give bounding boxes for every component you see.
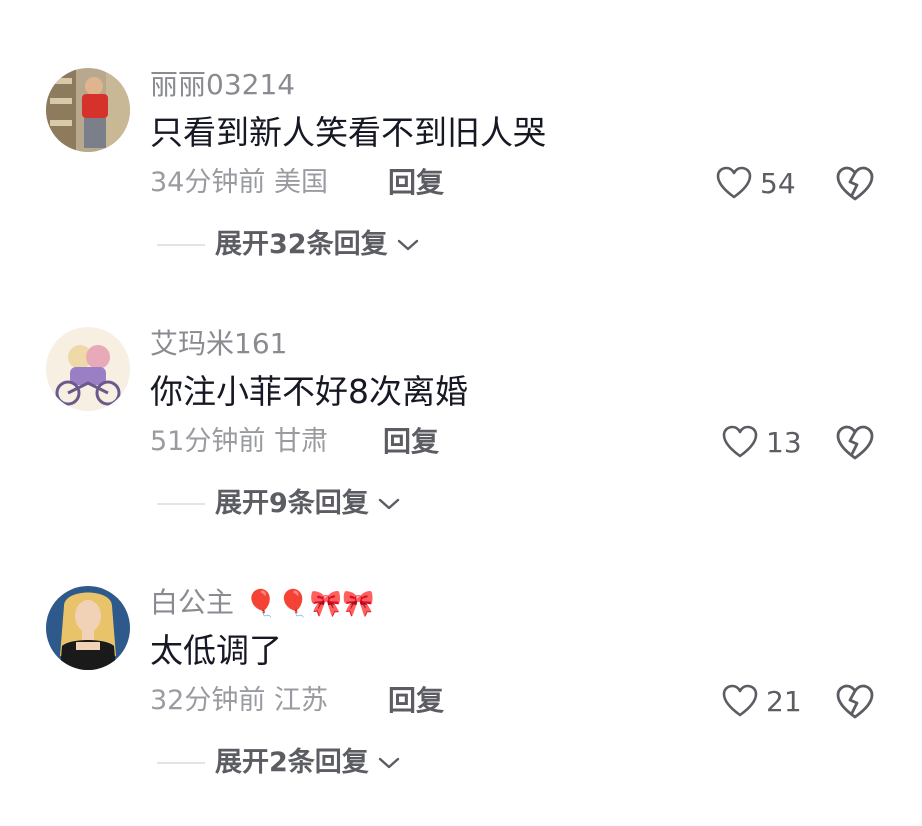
- like-count: 54: [760, 166, 796, 200]
- expand-replies-label: 展开9条回复: [215, 488, 369, 519]
- username-text: 丽丽03214: [150, 68, 296, 101]
- broken-heart-icon: [836, 425, 874, 460]
- like-count: 21: [766, 684, 802, 718]
- username[interactable]: 艾玛米161: [150, 327, 287, 361]
- divider-line: [157, 503, 205, 505]
- avatar-image: [46, 586, 130, 670]
- reply-button[interactable]: 回复: [388, 684, 444, 718]
- dislike-button[interactable]: [835, 164, 875, 204]
- dislike-button[interactable]: [835, 682, 875, 722]
- comment-meta: 32分钟前 江苏: [150, 685, 328, 716]
- reply-button[interactable]: 回复: [388, 166, 444, 200]
- username-emoji: 🎈🎈🎀🎀: [244, 589, 375, 619]
- username-text: 艾玛米161: [150, 327, 288, 360]
- heart-icon: [722, 425, 758, 458]
- heart-icon: [716, 166, 752, 199]
- like-button[interactable]: 13: [722, 422, 802, 462]
- chevron-down-icon: [397, 239, 418, 251]
- like-button[interactable]: 21: [722, 681, 802, 721]
- avatar-image: [46, 327, 130, 411]
- reply-button[interactable]: 回复: [383, 425, 439, 459]
- chevron-down-icon: [378, 757, 399, 769]
- avatar[interactable]: [46, 68, 130, 152]
- expand-replies-label: 展开2条回复: [215, 747, 369, 778]
- dislike-button[interactable]: [835, 423, 875, 463]
- comment-meta: 34分钟前 美国: [150, 167, 328, 198]
- comment-text: 你注小菲不好8次离婚: [150, 372, 468, 411]
- divider-line: [157, 762, 205, 764]
- broken-heart-icon: [836, 684, 874, 719]
- chevron-down-icon: [378, 498, 399, 510]
- username[interactable]: 丽丽03214: [150, 68, 295, 102]
- comment-item: 白公主 🎈🎈🎀🎀 太低调了 32分钟前 江苏 回复 21 展开2条回复: [0, 586, 922, 826]
- comment-text: 太低调了: [150, 631, 282, 670]
- broken-heart-icon: [836, 166, 874, 201]
- divider-line: [157, 244, 205, 246]
- username[interactable]: 白公主 🎈🎈🎀🎀: [150, 586, 374, 621]
- avatar[interactable]: [46, 327, 130, 411]
- comment-item: 丽丽03214 只看到新人笑看不到旧人哭 34分钟前 美国 回复 54 展开32…: [0, 68, 922, 308]
- like-count: 13: [766, 425, 802, 459]
- expand-replies-button[interactable]: 展开32条回复: [157, 228, 420, 262]
- expand-replies-button[interactable]: 展开9条回复: [157, 487, 401, 521]
- username-text: 白公主: [150, 586, 235, 619]
- comment-meta: 51分钟前 甘肃: [150, 426, 328, 457]
- comment-item: 艾玛米161 你注小菲不好8次离婚 51分钟前 甘肃 回复 13 展开9条回复: [0, 327, 922, 567]
- comment-text: 只看到新人笑看不到旧人哭: [150, 113, 546, 152]
- avatar-image: [46, 68, 130, 152]
- like-button[interactable]: 54: [716, 163, 796, 203]
- expand-replies-label: 展开32条回复: [215, 229, 388, 260]
- expand-replies-button[interactable]: 展开2条回复: [157, 746, 401, 780]
- heart-icon: [722, 684, 758, 717]
- avatar[interactable]: [46, 586, 130, 670]
